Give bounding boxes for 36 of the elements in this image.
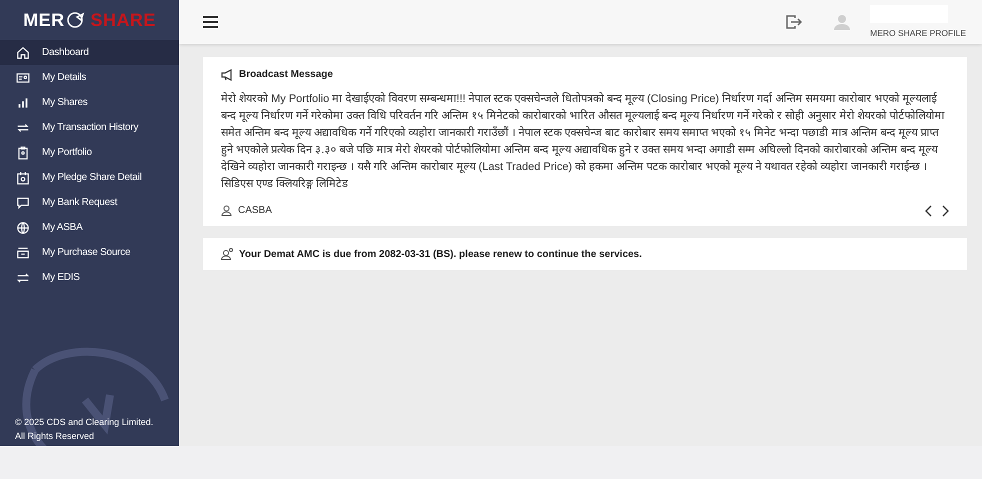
arrows-icon <box>16 270 30 284</box>
globe-icon <box>16 220 30 234</box>
author-name: CASBA <box>238 204 272 218</box>
sidebar-item[interactable]: My Details <box>0 65 179 90</box>
clipboard-icon <box>16 146 30 160</box>
sidebar-item[interactable]: My Portfolio <box>0 140 179 165</box>
copyright-text: © 2025 CDS and Clearing Limited. <box>15 416 154 429</box>
sidebar-item[interactable]: Dashboard <box>0 40 179 65</box>
sidebar-item[interactable]: My ASBA <box>0 215 179 240</box>
copyright-text: All Rights Reserved <box>15 430 96 443</box>
notice-text: Your Demat AMC is due from 2082-03-31 (BS). please renew to continue the services. <box>239 248 642 262</box>
next-button[interactable] <box>941 204 949 216</box>
calendar-icon <box>16 170 30 184</box>
menu-button[interactable] <box>203 16 218 28</box>
user-avatar-icon <box>834 14 850 30</box>
broadcast-message: मेरो शेयरको My Portfolio मा देखाईएको विवरण सम्बन्धमा!!! नेपाल स्टक एक्सचेन्जले धितोपत्रको बन्द मूल्य (Closing Price) निर्धारण गर्दा अन्तिम समयमा कारोबार भएको मूल्यलाई बन्द मूल्य निर्धारण गर्ने गरेकोमा उक्त विधि परिवर्तन गरि अन्तिम १५ मिनेटको कारोबारको भारित औसत मूल्यलाई बन्द मूल्य निर्धारण गर्ने गरेको र सोही अनुसार मेरो शेयरको पोर्टफोलियोमा समेत अन्तिम बन्द मूल्य अद्यावधिक गर्ने गरिएको व्यहोरा जानकारी गराउँछौं । नेपाल स्टक एक्सचेन्ज बाट कारोबार समय समाप्त भएको १५ मिनेट भन्दा पछाडी मात्र अन्तिम बन्द मूल्य प्राप्त हुने भएकोले प्रत्येक दिन ३.३० बजे पछि मात्र मेरो शेयरको पोर्टफोलियोमा अन्तिम बन्द मूल्य अद्यावधिक हुने र उक्त समय भन्दा अगाडी सम्म अघिल्लो दिनको कारोबारको अन्तिम बन्द मूल्य देखिने व्यहोरा जानकारी गराइन्छ । यसै गरि अन्तिम कारोबार मूल्य (Last Traded Price) को हकमा अन्तिम पटक कारोबार भएको मूल्य ने यथावत रहेको व्यहोरा जानकारी गराईन्छ । सिडिएस एण्ड क्लियरिङ्ग लिमिटेड <box>221 91 946 192</box>
tray-icon <box>16 246 30 260</box>
logout-button[interactable] <box>786 15 802 29</box>
user-alert-icon <box>221 248 233 260</box>
logo-text: SHARE <box>90 8 156 32</box>
sidebar-item[interactable]: My Bank Request <box>0 190 179 215</box>
sidebar-item[interactable]: My EDIS <box>0 265 179 290</box>
previous-button[interactable] <box>925 204 933 216</box>
home-icon <box>16 46 30 60</box>
sidebar-item[interactable]: My Purchase Source <box>0 240 179 265</box>
sidebar-item[interactable]: My Pledge Share Detail <box>0 165 179 190</box>
card-title: Broadcast Message <box>239 68 333 82</box>
logo-text: MER <box>23 8 65 32</box>
megaphone-icon <box>221 68 234 80</box>
sidebar-item[interactable]: My Shares <box>0 90 179 115</box>
message-icon <box>16 196 30 210</box>
sidebar-item[interactable]: My Transaction History <box>0 115 179 140</box>
id-card-icon <box>16 70 30 84</box>
user-icon <box>221 205 232 216</box>
bar-chart-icon <box>16 96 30 110</box>
profile-label[interactable]: MERO SHARE PROFILE <box>870 26 966 40</box>
